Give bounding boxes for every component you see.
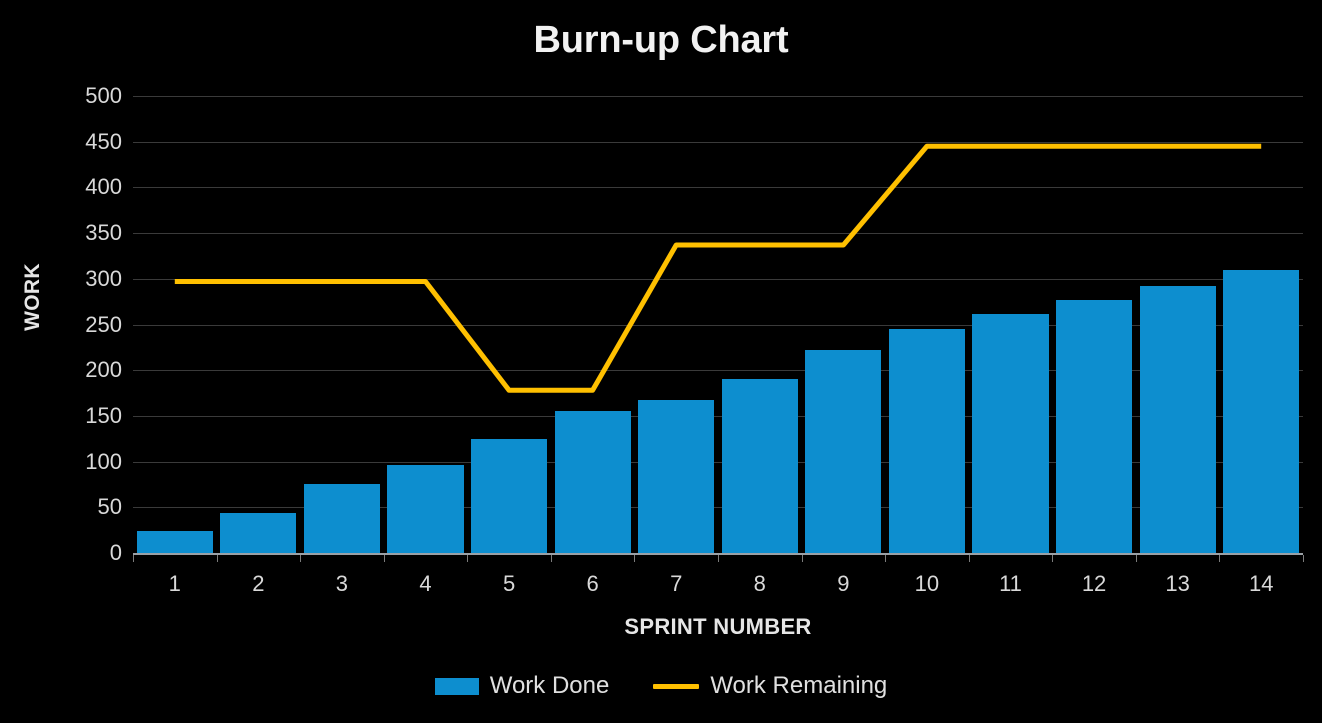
x-tick-mark [1052, 555, 1054, 562]
x-tick-mark [885, 555, 887, 562]
x-tick-mark [300, 555, 302, 562]
legend-swatch-line-icon [653, 683, 700, 689]
x-tick-label: 12 [1081, 571, 1107, 596]
x-tick-label: 11 [999, 571, 1022, 596]
chart-legend: Work Done Work Remaining [0, 672, 1322, 700]
x-tick-label: 10 [914, 571, 940, 596]
y-tick-label: 350 [85, 220, 122, 246]
bar[interactable] [1223, 269, 1300, 553]
x-tick-mark [550, 555, 552, 562]
x-tick-label: 14 [1248, 571, 1274, 596]
y-tick-label: 150 [85, 402, 122, 428]
y-tick-label: 450 [85, 128, 122, 154]
x-tick-label: 5 [502, 571, 516, 596]
plot-area [133, 96, 1303, 554]
gridline [133, 233, 1303, 235]
y-tick-label: 400 [85, 174, 122, 200]
y-tick-label: 50 [97, 494, 122, 520]
bar[interactable] [721, 379, 798, 553]
bar[interactable] [471, 438, 548, 553]
legend-entry-work-done[interactable]: Work Done [434, 672, 610, 700]
y-tick-label: 500 [85, 83, 122, 108]
y-axis-tick-labels: 0 50 100 150 200 250 300 350 400 450 500 [42, 0, 122, 723]
x-tick-label: 1 [168, 571, 181, 596]
x-tick-label: 6 [586, 571, 599, 596]
x-tick-label: 8 [753, 571, 766, 596]
bar[interactable] [136, 531, 213, 553]
bar[interactable] [387, 465, 464, 553]
bar[interactable] [554, 411, 631, 553]
y-tick-label: 200 [85, 357, 122, 383]
x-tick-label: 13 [1165, 571, 1190, 596]
x-tick-mark [133, 555, 134, 562]
x-tick-mark [1219, 555, 1221, 562]
bar[interactable] [1139, 286, 1216, 553]
x-tick-mark [634, 555, 636, 562]
x-tick-mark [968, 555, 970, 562]
x-tick-label: 9 [837, 571, 850, 596]
legend-entry-work-remaining[interactable]: Work Remaining [653, 672, 887, 700]
bar[interactable] [972, 314, 1049, 553]
gridline [133, 141, 1303, 143]
x-tick-label: 2 [252, 571, 265, 596]
x-tick-mark [1135, 555, 1137, 562]
x-tick-mark [216, 555, 218, 562]
legend-label-work-remaining: Work Remaining [710, 672, 888, 699]
bar[interactable] [805, 350, 882, 553]
gridline [133, 187, 1303, 189]
x-tick-mark [1303, 555, 1304, 562]
x-axis-title: SPRINT NUMBER [624, 614, 812, 639]
bar[interactable] [303, 484, 380, 553]
burn-up-chart: Burn-up Chart WORK 0 50 100 150 200 250 300 350… [0, 0, 1322, 723]
chart-title: Burn-up Chart [533, 19, 789, 61]
legend-swatch-bar-icon [434, 677, 479, 695]
x-tick-label: 4 [419, 571, 432, 596]
x-tick-mark [383, 555, 385, 562]
gridline [133, 278, 1303, 280]
x-tick-label: 7 [670, 571, 683, 596]
legend-label-work-done: Work Done [489, 672, 610, 699]
x-tick-mark [718, 555, 719, 562]
y-tick-label: 100 [85, 448, 122, 474]
x-tick-mark [801, 555, 803, 562]
y-tick-label: 250 [85, 311, 122, 337]
bar[interactable] [1056, 299, 1133, 553]
gridline [133, 96, 1303, 97]
bar[interactable] [220, 512, 297, 553]
x-tick-mark [467, 555, 469, 562]
bar[interactable] [638, 400, 715, 553]
y-tick-label: 300 [85, 265, 122, 291]
y-tick-label: 0 [109, 540, 122, 565]
bar[interactable] [888, 329, 965, 553]
x-tick-label: 3 [335, 571, 349, 596]
